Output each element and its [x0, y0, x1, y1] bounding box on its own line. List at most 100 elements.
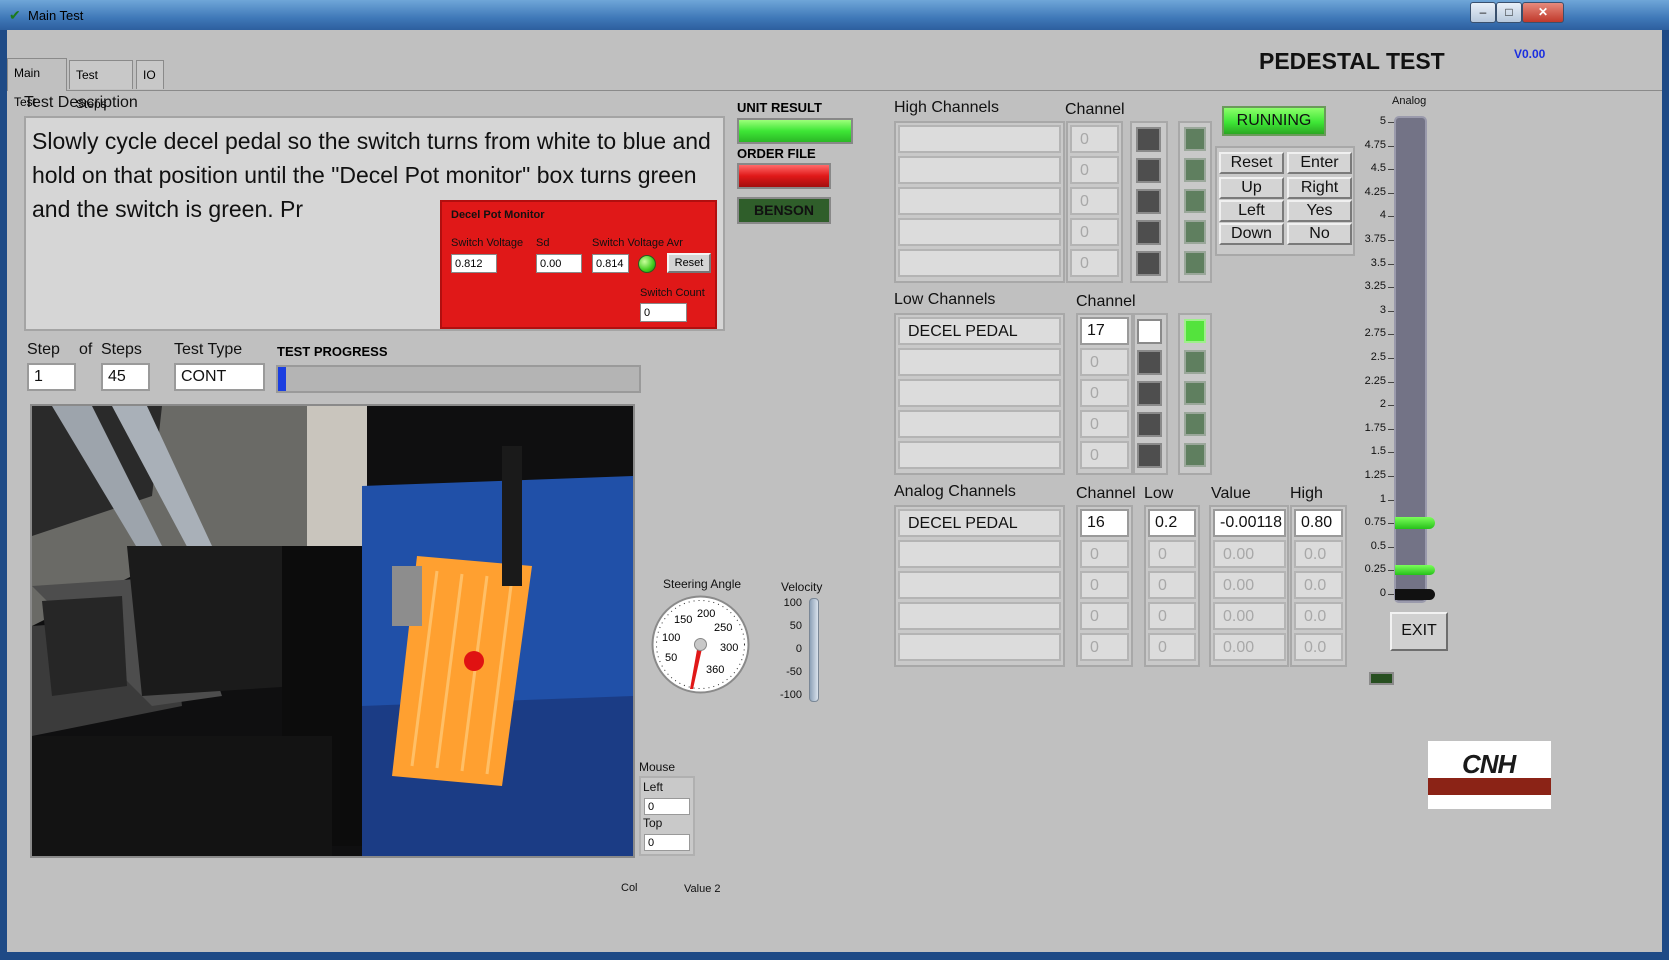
mouse-left-label: Left — [643, 780, 664, 794]
analog-low-value: 0 — [1148, 633, 1196, 661]
analog-high-value: 0.80 — [1294, 509, 1343, 537]
col-label: Col — [621, 882, 638, 894]
channel-number: 0 — [1070, 125, 1119, 153]
analog-channel-col-label: Channel — [1076, 485, 1136, 502]
channel-number: 0 — [1080, 348, 1129, 376]
analog-channel-number: 16 — [1080, 509, 1129, 537]
switch-voltage-field: 0.812 — [451, 254, 497, 273]
low-channel-col-label: Channel — [1076, 293, 1136, 310]
analog-current-value: -0.00118 — [1213, 509, 1286, 537]
channel-number: 0 — [1070, 187, 1119, 215]
pedal-photo — [30, 404, 635, 858]
channel-square — [1136, 127, 1161, 152]
analog-low-value: 0 — [1148, 571, 1196, 599]
analog-gauge-tick-line — [1388, 310, 1394, 312]
analog-high-value: 0.0 — [1294, 602, 1343, 630]
channel-led — [1184, 127, 1206, 151]
analog-value-col-label: Value — [1211, 485, 1251, 502]
switch-voltage-avr-field: 0.814 — [592, 254, 629, 273]
tab-io[interactable]: IO — [136, 60, 164, 89]
channel-led — [1184, 381, 1206, 405]
close-icon[interactable]: ✕ — [1522, 2, 1564, 23]
analog-name-slot — [898, 602, 1061, 630]
mouse-label: Mouse — [639, 760, 676, 774]
keypad-up-button[interactable]: Up — [1219, 177, 1284, 199]
analog-gauge-tick: 0.75 — [1364, 516, 1386, 529]
channel-name-slot — [898, 441, 1061, 469]
keypad-no-button[interactable]: No — [1287, 223, 1352, 245]
channel-square — [1137, 381, 1162, 406]
analog-low-col-label: Low — [1144, 485, 1174, 502]
channel-number: 17 — [1080, 317, 1129, 345]
decel-pot-monitor: Decel Pot Monitor Switch Voltage Sd Swit… — [440, 200, 717, 329]
analog-gauge-tick: 2 — [1379, 398, 1386, 411]
order-file-label: ORDER FILE — [737, 146, 816, 161]
sd-label: Sd — [536, 237, 550, 249]
analog-high-value: 0.0 — [1294, 633, 1343, 661]
tab-main-test[interactable]: Main Test — [7, 58, 67, 109]
channel-led — [1184, 319, 1206, 343]
keypad-yes-button[interactable]: Yes — [1287, 200, 1352, 222]
analog-current-value: 0.00 — [1213, 571, 1286, 599]
exit-button[interactable]: EXIT — [1390, 612, 1448, 651]
steps-field: 45 — [101, 363, 150, 391]
channel-led — [1184, 443, 1206, 467]
unit-result-label: UNIT RESULT — [737, 100, 822, 115]
keypad-right-button[interactable]: Right — [1287, 177, 1352, 199]
mouse-left-field: 0 — [644, 798, 690, 815]
channel-name-slot — [898, 156, 1061, 184]
channel-number: 0 — [1070, 218, 1119, 246]
velocity-tick: -50 — [786, 666, 802, 678]
analog-gauge-tick-line — [1388, 358, 1394, 359]
steering-angle-gauge: 50 100 150 200 250 300 360 — [650, 594, 751, 695]
switch-voltage-label: Switch Voltage — [451, 237, 524, 249]
keypad-left-button[interactable]: Left — [1219, 200, 1284, 222]
test-type-field: CONT — [174, 363, 265, 391]
step-label: Step — [27, 341, 60, 358]
test-type-label: Test Type — [174, 341, 243, 358]
steps-label: Steps — [101, 341, 142, 358]
channel-square — [1137, 319, 1162, 344]
decel-monitor-title: Decel Pot Monitor — [451, 209, 545, 221]
analog-gauge-tick: 4 — [1379, 209, 1386, 222]
velocity-bar — [809, 598, 819, 702]
channel-square — [1136, 158, 1161, 183]
analog-gauge-tick-line — [1388, 287, 1394, 289]
channel-name-slot: DECEL PEDAL — [898, 317, 1061, 345]
maximize-icon[interactable]: □ — [1496, 2, 1522, 23]
app-check-icon: ✔ — [9, 7, 21, 23]
analog-high-value: 0.0 — [1294, 540, 1343, 568]
channel-number: 0 — [1080, 379, 1129, 407]
analog-gauge-tick-line — [1388, 546, 1394, 548]
analog-gauge-tick-line — [1388, 192, 1394, 194]
analog-channel-number: 0 — [1080, 571, 1129, 599]
analog-name-slot — [898, 571, 1061, 599]
analog-gauge-tick: 0 — [1379, 587, 1386, 599]
keypad-reset-button[interactable]: Reset — [1219, 152, 1284, 174]
keypad-enter-button[interactable]: Enter — [1287, 152, 1352, 174]
value2-label: Value 2 — [684, 883, 721, 895]
analog-low-value: 0 — [1148, 602, 1196, 630]
window-titlebar[interactable] — [0, 0, 1669, 30]
test-progress-bar — [276, 365, 641, 393]
switch-status-led — [638, 255, 656, 273]
analog-gauge-tick-line — [1388, 405, 1394, 407]
analog-current-value: 0.00 — [1213, 633, 1286, 661]
analog-gauge-tick: 3.5 — [1370, 256, 1386, 269]
analog-gauge-track — [1394, 116, 1427, 603]
channel-name-slot — [898, 249, 1061, 277]
steering-tick: 250 — [714, 622, 733, 634]
switch-count-field: 0 — [640, 303, 687, 322]
channel-square — [1137, 443, 1162, 468]
analog-channels-label: Analog Channels — [894, 483, 1016, 500]
analog-channel-number: 0 — [1080, 633, 1129, 661]
switch-count-label: Switch Count — [640, 287, 705, 299]
channel-led — [1184, 158, 1206, 182]
keypad-down-button[interactable]: Down — [1219, 223, 1284, 245]
analog-gauge-tick: 0.25 — [1364, 563, 1386, 576]
decel-reset-button[interactable]: Reset — [667, 253, 711, 273]
tab-test-steps[interactable]: Test Steps — [69, 60, 133, 111]
analog-current-value: 0.00 — [1213, 540, 1286, 568]
cnh-logo: CNH — [1428, 741, 1551, 809]
minimize-icon[interactable]: – — [1470, 2, 1496, 23]
